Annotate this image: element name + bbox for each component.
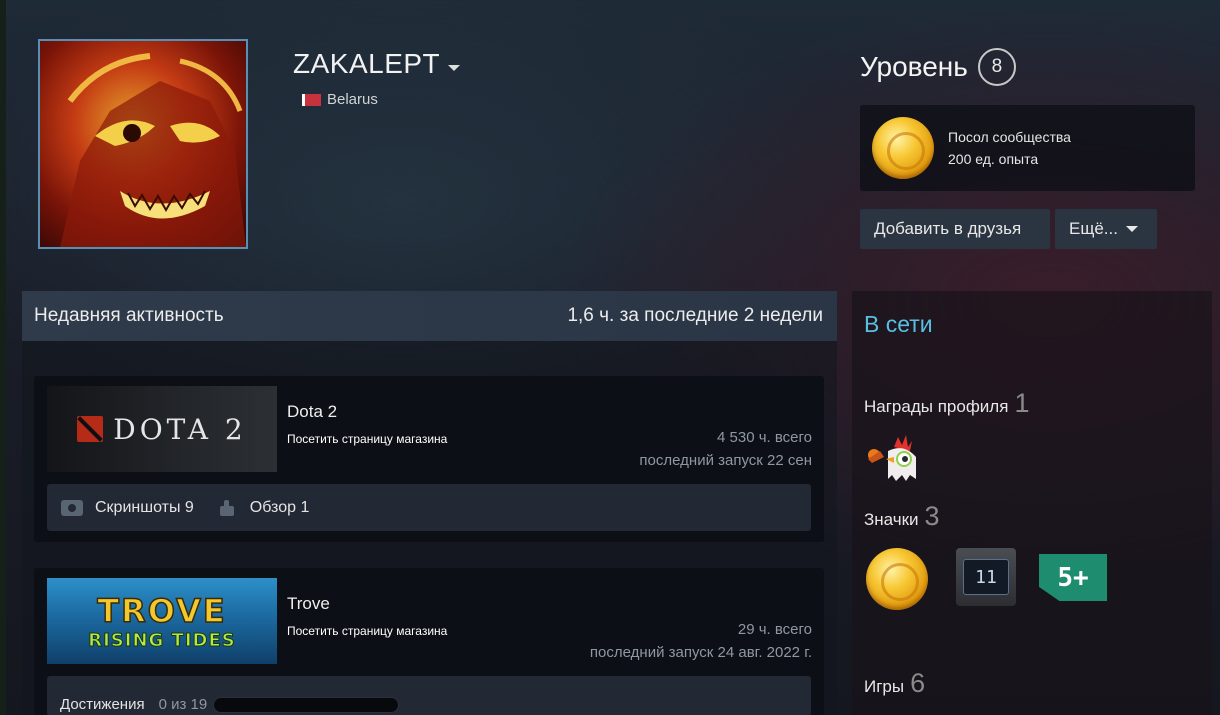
achievements-label: Достижения bbox=[60, 696, 145, 713]
caret-down-icon bbox=[1125, 226, 1138, 232]
online-status: В сети bbox=[864, 311, 933, 337]
persona-name[interactable]: ZAKALEPT bbox=[293, 48, 440, 80]
caret-down-icon[interactable] bbox=[448, 65, 461, 71]
recent-activity-hours: 1,6 ч. за последние 2 недели bbox=[567, 305, 823, 326]
game-last-played: последний запуск 22 сен bbox=[639, 452, 812, 469]
favorite-badge[interactable]: Посол сообщества 200 ед. опыта bbox=[860, 105, 1195, 191]
more-button-label: Ещё... bbox=[1069, 219, 1118, 238]
thumbs-up-icon bbox=[216, 499, 238, 516]
game-name[interactable]: Dota 2 bbox=[287, 402, 337, 422]
level-label: Уровень bbox=[860, 51, 968, 82]
game-stats: 4 530 ч. всего последний запуск 22 сен bbox=[639, 426, 812, 472]
dota2-capsule[interactable]: DOTA 2 bbox=[47, 386, 277, 472]
review-link[interactable]: Обзор 1 bbox=[250, 499, 310, 517]
five-plus-badge-icon[interactable]: 5+ bbox=[1039, 554, 1107, 601]
badges-label: Значки bbox=[864, 510, 919, 529]
profile-avatar[interactable] bbox=[38, 39, 248, 249]
game-total-hours: 4 530 ч. всего bbox=[717, 429, 812, 446]
store-page-link[interactable]: Посетить страницу магазина bbox=[287, 432, 447, 446]
profile-awards-count: 1 bbox=[1014, 388, 1030, 418]
profile-sidebar: В сети Награды профиля 1 Значки 3 11 5+ … bbox=[852, 291, 1212, 715]
persona-name-menu[interactable]: ZAKALEPT bbox=[293, 48, 461, 80]
achievements-count: 0 из 19 bbox=[158, 696, 208, 713]
recent-game-trove: TROVE RISING TIDES Trove Посетить страни… bbox=[34, 568, 824, 715]
trove-capsule-subtitle: RISING TIDES bbox=[88, 629, 236, 651]
games-label: Игры bbox=[864, 677, 905, 696]
store-page-link[interactable]: Посетить страницу магазина bbox=[287, 624, 447, 638]
level-number[interactable]: 8 bbox=[977, 48, 1016, 86]
trove-capsule[interactable]: TROVE RISING TIDES bbox=[47, 578, 277, 664]
belarus-flag-icon bbox=[302, 93, 321, 106]
camera-icon bbox=[61, 499, 83, 516]
rooster-award-icon[interactable] bbox=[864, 429, 924, 489]
community-ambassador-badge-icon[interactable] bbox=[866, 548, 928, 610]
add-friend-button[interactable]: Добавить в друзья bbox=[860, 209, 1050, 249]
favorite-badge-name: Посол сообщества bbox=[948, 129, 1071, 145]
favorite-badge-xp: 200 ед. опыта bbox=[948, 151, 1039, 167]
trove-capsule-title: TROVE bbox=[97, 591, 227, 631]
game-last-played: последний запуск 24 авг. 2022 г. bbox=[589, 644, 812, 661]
game-name[interactable]: Trove bbox=[287, 594, 330, 614]
screenshots-link[interactable]: Скриншоты 9 bbox=[95, 499, 194, 517]
dota2-logo-icon bbox=[77, 416, 104, 442]
achievements-progress-bar bbox=[213, 697, 400, 713]
country-label: Belarus bbox=[327, 91, 378, 108]
badges-count: 3 bbox=[924, 501, 940, 531]
left-edge bbox=[0, 0, 6, 715]
games-link[interactable]: Игры 6 bbox=[864, 668, 925, 699]
badges-link[interactable]: Значки 3 bbox=[864, 501, 940, 532]
recent-activity-panel: Недавняя активность 1,6 ч. за последние … bbox=[22, 291, 837, 715]
years-of-service-value: 11 bbox=[963, 559, 1009, 595]
profile-awards-label: Награды профиля bbox=[864, 397, 1009, 416]
game-stats: 29 ч. всего последний запуск 24 авг. 202… bbox=[590, 618, 812, 664]
profile-level: Уровень 8 bbox=[860, 48, 1016, 86]
game-extras-bar: Скриншоты 9 Обзор 1 bbox=[47, 484, 811, 531]
recent-game-dota2: DOTA 2 Dota 2 Посетить страницу магазина… bbox=[34, 376, 824, 542]
avatar-image bbox=[60, 53, 246, 247]
more-button[interactable]: Ещё... bbox=[1055, 209, 1157, 249]
years-of-service-badge-icon[interactable]: 11 bbox=[956, 548, 1016, 606]
recent-activity-title: Недавняя активность bbox=[34, 305, 224, 326]
profile-location: Belarus bbox=[302, 91, 378, 108]
recent-activity-header: Недавняя активность 1,6 ч. за последние … bbox=[22, 291, 837, 341]
community-ambassador-badge-icon bbox=[872, 117, 934, 179]
games-count: 6 bbox=[910, 668, 926, 698]
dota2-capsule-text: DOTA 2 bbox=[113, 412, 247, 446]
profile-awards-link[interactable]: Награды профиля 1 bbox=[864, 388, 1029, 419]
game-total-hours: 29 ч. всего bbox=[737, 621, 812, 638]
achievements-row[interactable]: Достижения 0 из 19 bbox=[47, 676, 811, 715]
